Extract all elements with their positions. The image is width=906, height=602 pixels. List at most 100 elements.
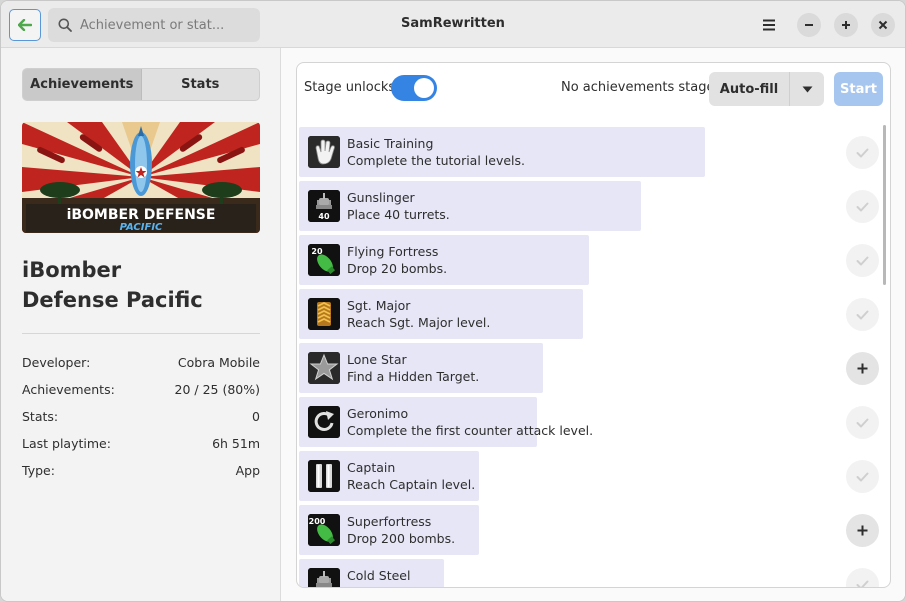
info-value: Cobra Mobile <box>177 355 260 370</box>
star-icon <box>308 352 340 384</box>
achievement-row: Captain Reach Captain level. <box>299 451 889 501</box>
unlocked-toggle-button[interactable] <box>846 298 879 331</box>
close-icon <box>878 20 888 30</box>
info-developer: Developer: Cobra Mobile <box>22 355 260 370</box>
sidebar: Achievements Stats iBOMBER DEFENSE PACIF… <box>1 48 281 601</box>
achievement-name: Cold Steel <box>347 568 411 583</box>
info-key: Achievements: <box>22 382 115 397</box>
minimize-icon <box>805 24 813 26</box>
achievement-row: Basic Training Complete the tutorial leve… <box>299 127 889 177</box>
autofill-dropdown-button[interactable] <box>790 72 824 106</box>
achievements-panel: Stage unlocks No achievements staged Aut… <box>296 62 891 588</box>
info-key: Developer: <box>22 355 91 370</box>
hamburger-menu-icon <box>763 19 775 31</box>
svg-text:200: 200 <box>309 517 326 526</box>
unlocked-toggle-button[interactable] <box>846 244 879 277</box>
achievement-name: Geronimo <box>347 406 409 421</box>
game-title-line2: Defense Pacific <box>22 288 203 312</box>
unlocked-toggle-button[interactable] <box>846 190 879 223</box>
info-key: Stats: <box>22 409 59 424</box>
achievement-row: 40 Gunslinger Place 40 turrets. <box>299 181 889 231</box>
divider <box>22 333 260 334</box>
autofill-split-button: Auto-fill <box>709 72 824 106</box>
start-button[interactable]: Start <box>834 72 883 106</box>
unlocked-toggle-button[interactable] <box>846 136 879 169</box>
checkmark-icon <box>856 256 869 265</box>
global-unlock-bar <box>299 289 583 339</box>
info-last-playtime: Last playtime: 6h 51m <box>22 436 260 451</box>
achievement-row: 20 Flying Fortress Drop 20 bombs. <box>299 235 889 285</box>
achievement-description: Reach Captain level. <box>347 477 476 492</box>
unlocked-toggle-button[interactable] <box>846 568 879 587</box>
menu-button[interactable] <box>756 12 782 38</box>
checkmark-icon <box>856 472 869 481</box>
checkmark-icon <box>856 148 869 157</box>
game-banner-art: iBOMBER DEFENSE PACIFIC <box>22 122 260 233</box>
stage-unlocks-switch[interactable] <box>391 75 437 101</box>
achievement-row: Geronimo Complete the first counter attac… <box>299 397 889 447</box>
achievement-row: 400 Cold Steel Place 400 turrets. <box>299 559 889 587</box>
checkmark-icon <box>856 310 869 319</box>
info-type: Type: App <box>22 463 260 478</box>
turret-icon: 400 <box>308 568 340 587</box>
main-content: Stage unlocks No achievements staged Aut… <box>282 48 905 601</box>
plus-icon <box>857 363 868 374</box>
info-value: 6h 51m <box>212 436 260 451</box>
unlocked-toggle-button[interactable] <box>846 406 879 439</box>
achievement-name: Captain <box>347 460 396 475</box>
achievement-row: Lone Star Find a Hidden Target. <box>299 343 889 393</box>
info-stats: Stats: 0 <box>22 409 260 424</box>
chevrons-icon <box>308 298 340 330</box>
maximize-button[interactable] <box>834 13 858 37</box>
captain-bars-icon <box>308 460 340 492</box>
achievement-description: Place 400 turrets. <box>347 585 458 587</box>
bomb-icon: 20 <box>308 244 340 276</box>
hand-icon <box>308 136 340 168</box>
checkmark-icon <box>856 580 869 587</box>
header-bar: SamRewritten <box>1 1 905 48</box>
switch-knob <box>414 78 434 98</box>
achievement-description: Drop 200 bombs. <box>347 531 456 546</box>
game-title: iBomber Defense Pacific <box>22 255 260 315</box>
achievement-description: Find a Hidden Target. <box>347 369 480 384</box>
achievement-description: Drop 20 bombs. <box>347 261 448 276</box>
achievement-name: Lone Star <box>347 352 407 367</box>
achievement-description: Reach Sgt. Major level. <box>347 315 491 330</box>
info-key: Type: <box>22 463 55 478</box>
view-switcher: Achievements Stats <box>22 68 260 101</box>
checkmark-icon <box>856 418 869 427</box>
global-unlock-bar <box>299 127 705 177</box>
close-button[interactable] <box>871 13 895 37</box>
info-key: Last playtime: <box>22 436 111 451</box>
bomb-icon: 200 <box>308 514 340 546</box>
achievement-name: Superfortress <box>347 514 432 529</box>
autofill-button[interactable]: Auto-fill <box>709 72 790 106</box>
achievement-list: Basic Training Complete the tutorial leve… <box>297 117 890 587</box>
back-button[interactable] <box>9 9 41 41</box>
achievement-name: Gunslinger <box>347 190 415 205</box>
achievement-description: Complete the first counter attack level. <box>347 423 594 438</box>
tab-stats[interactable]: Stats <box>142 69 260 100</box>
tab-achievements[interactable]: Achievements <box>23 69 142 100</box>
search-icon <box>58 18 72 32</box>
minimize-button[interactable] <box>797 13 821 37</box>
unlocked-toggle-button[interactable] <box>846 460 879 493</box>
maximize-icon <box>842 21 850 29</box>
global-unlock-bar <box>299 235 589 285</box>
turret-icon: 40 <box>308 190 340 222</box>
stage-unlock-button[interactable] <box>846 352 879 385</box>
scrollbar[interactable] <box>883 125 886 285</box>
info-value: 0 <box>252 409 260 424</box>
search-box[interactable] <box>48 8 260 42</box>
stage-unlocks-label: Stage unlocks <box>304 80 396 95</box>
global-unlock-bar <box>299 181 641 231</box>
achievements-toolbar: Stage unlocks No achievements staged Aut… <box>297 63 890 117</box>
achievement-name: Basic Training <box>347 136 434 151</box>
banner-subtitle: PACIFIC <box>120 222 163 233</box>
game-title-line1: iBomber <box>22 258 122 282</box>
chevron-down-icon <box>802 86 812 92</box>
info-value: App <box>235 463 260 478</box>
back-arrow-icon <box>18 19 32 31</box>
stage-unlock-button[interactable] <box>846 514 879 547</box>
search-input[interactable] <box>80 17 250 33</box>
